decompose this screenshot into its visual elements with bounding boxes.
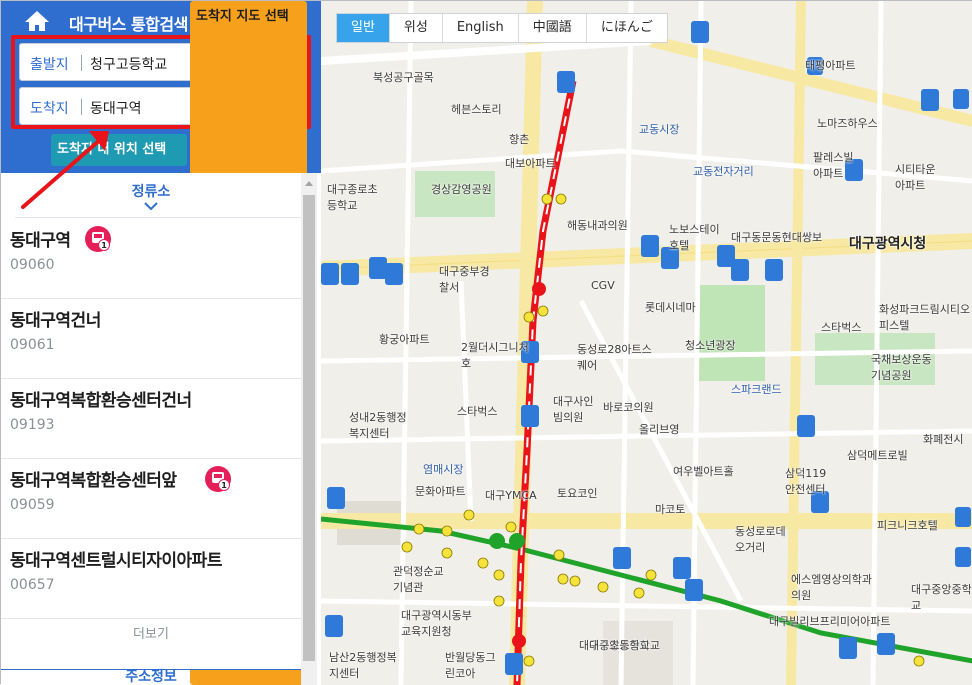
my-location-button[interactable]: 도착지 내 위치 선택 <box>51 134 187 166</box>
map-label: 경상감영공원 <box>431 183 492 196</box>
map-label: 교동시장 <box>639 123 680 136</box>
map-label: 대구동문동현대쌍보 <box>731 231 823 244</box>
lang-tab-general[interactable]: 일반 <box>337 14 390 42</box>
destination-label: 도착지 <box>30 101 69 117</box>
stop-id: 09060 <box>10 257 55 273</box>
map-view[interactable]: 북성공구골목 헤븐스토리 향촌 대보아파트 경상감영공원 대구종로초등학교 해동… <box>321 1 972 685</box>
map-label: 에스엠영상의학과의원 <box>791 573 872 602</box>
scrollbar[interactable] <box>301 173 317 685</box>
map-label: 청소년광장 <box>685 339 736 352</box>
lang-tab-chinese[interactable]: 中國語 <box>519 14 587 42</box>
map-label: 대구종로초등학교 <box>327 183 378 212</box>
map-label: 국채보상운동기념공원 <box>871 353 932 382</box>
map-label: CGV <box>591 279 615 292</box>
lang-tab-english[interactable]: English <box>443 14 519 42</box>
map-label: 올리브영 <box>639 423 680 436</box>
map-label: 대보아파트 <box>505 157 556 170</box>
app-window: 대구버스 통합검색 출발지 청구고등학교 도착지 동대구역 도착지 내 위치 선… <box>0 0 972 685</box>
scroll-up-icon[interactable] <box>304 179 314 187</box>
map-label: 삼덕메트로빌 <box>847 449 908 462</box>
app-title: 대구버스 통합검색 <box>69 15 188 34</box>
map-label: 헤븐스토리 <box>451 103 502 116</box>
map-label: 삼덕119안전센터 <box>785 467 827 496</box>
origin-label: 출발지 <box>30 57 69 73</box>
map-label: 노마즈하우스 <box>817 117 878 130</box>
destination-value[interactable]: 동대구역 <box>90 98 142 118</box>
stop-name: 동대구역 <box>10 231 71 251</box>
map-label: 팔레스빌아파트 <box>813 151 854 180</box>
map-label: 노보스테이호텔 <box>669 223 720 252</box>
map-label: 대구중앙중학교 <box>911 583 972 612</box>
stop-name: 동대구역복합환승센터앞 <box>10 471 177 491</box>
stop-id: 00657 <box>10 577 55 593</box>
origin-value[interactable]: 청구고등학교 <box>90 54 167 74</box>
list-item[interactable]: 동대구역건너 09061 <box>1 299 301 379</box>
stop-id: 09059 <box>10 497 55 513</box>
subway-line-1-icon: 1 <box>205 466 231 492</box>
map-label: 피크니크호텔 <box>877 519 938 532</box>
map-label: 태평아파트 <box>805 59 856 72</box>
svg-text:1: 1 <box>221 481 227 490</box>
map-label: 대구사인빔의원 <box>553 395 594 424</box>
list-item[interactable]: 동대구역복합환승센터앞 09059 1 <box>1 459 301 539</box>
map-label: 바로코의원 <box>603 401 654 414</box>
stop-id: 09061 <box>10 337 55 353</box>
home-icon[interactable] <box>23 9 51 33</box>
map-label: 대구YMCA <box>485 489 537 502</box>
svg-text:1: 1 <box>101 241 107 250</box>
map-label: 스파크랜드 <box>731 383 782 396</box>
chevron-down-icon[interactable] <box>143 201 159 211</box>
map-label: 관덕정순교기념관 <box>393 565 444 594</box>
list-item[interactable]: 동대구역 09060 1 <box>1 219 301 299</box>
map-label: 롯데시네마 <box>645 301 696 314</box>
lang-tab-satellite[interactable]: 위성 <box>390 14 443 42</box>
subway-line-1-icon: 1 <box>85 226 111 252</box>
map-label: 동성로28아트스퀘어 <box>577 343 652 372</box>
more-button[interactable]: 더보기 <box>1 623 301 642</box>
map-label: 반월당동그린코아 <box>445 651 496 680</box>
map-language-tabs: 일반 위성 English 中國語 にほんご <box>336 13 668 43</box>
map-label: 시티타운아파트 <box>895 163 936 192</box>
map-label: 북성공구골목 <box>373 71 434 84</box>
map-label: 대구광역시청 <box>849 236 927 252</box>
map-label: 마코토 <box>655 503 686 516</box>
map-label: 성내2동행정복지센터 <box>349 411 407 440</box>
map-label: 해동내과의원 <box>567 219 628 232</box>
map-label: 염매시장 <box>423 463 464 476</box>
map-label: 2월더시그니처호 <box>461 341 529 370</box>
stop-name: 동대구역복합환승센터건너 <box>10 391 192 411</box>
map-label: 문화아파트 <box>415 485 466 498</box>
tab-divider <box>15 217 301 218</box>
field-divider <box>81 55 82 71</box>
stop-name: 동대구역건너 <box>10 311 101 331</box>
list-item[interactable]: 동대구역복합환승센터건너 09193 <box>1 379 301 459</box>
lang-tab-japanese[interactable]: にほんご <box>587 14 667 42</box>
list-item[interactable]: 동대구역센트럴시티자이아파트 00657 <box>1 539 301 619</box>
map-label: 스타벅스 <box>821 321 862 334</box>
search-header: 대구버스 통합검색 출발지 청구고등학교 도착지 동대구역 도착지 내 위치 선… <box>1 1 321 685</box>
map-label: 화성파크드림시티오피스텔 <box>879 303 971 332</box>
field-divider <box>81 99 82 115</box>
map-label: 화폐전시 <box>923 433 964 446</box>
tab-stops[interactable]: 정류소 <box>1 181 301 201</box>
stop-name: 동대구역센트럴시티자이아파트 <box>10 551 222 571</box>
map-label: 동성로로데오거리 <box>735 525 786 554</box>
map-label: 스타벅스 <box>457 405 498 418</box>
map-label: 대구빌리브프리미어아파트 <box>769 615 891 628</box>
search-panel: 대구버스 통합검색 출발지 청구고등학교 도착지 동대구역 도착지 내 위치 선… <box>1 1 321 685</box>
map-label: 대구중부경찰서 <box>439 265 490 294</box>
map-label: 여우벨아트홀 <box>673 465 734 478</box>
tab-address[interactable]: 주소정보 <box>1 669 301 685</box>
results-list: 정류소 동대구역 09060 1 동대구역건너 09061 동대구역복합환승센터… <box>1 173 301 669</box>
map-label: 남산2동행정복지센터 <box>329 651 397 680</box>
map-label: 대구광역시동부교육지원청 <box>401 609 472 638</box>
scroll-thumb[interactable] <box>303 195 315 661</box>
map-label: 향촌 <box>509 133 530 146</box>
map-label: 토요코인 <box>557 487 598 500</box>
stop-id: 09193 <box>10 417 55 433</box>
map-label: 교동전자거리 <box>693 165 754 178</box>
map-label: 황궁아파트 <box>379 333 430 346</box>
map-label: 대구초등학교 <box>589 639 650 652</box>
